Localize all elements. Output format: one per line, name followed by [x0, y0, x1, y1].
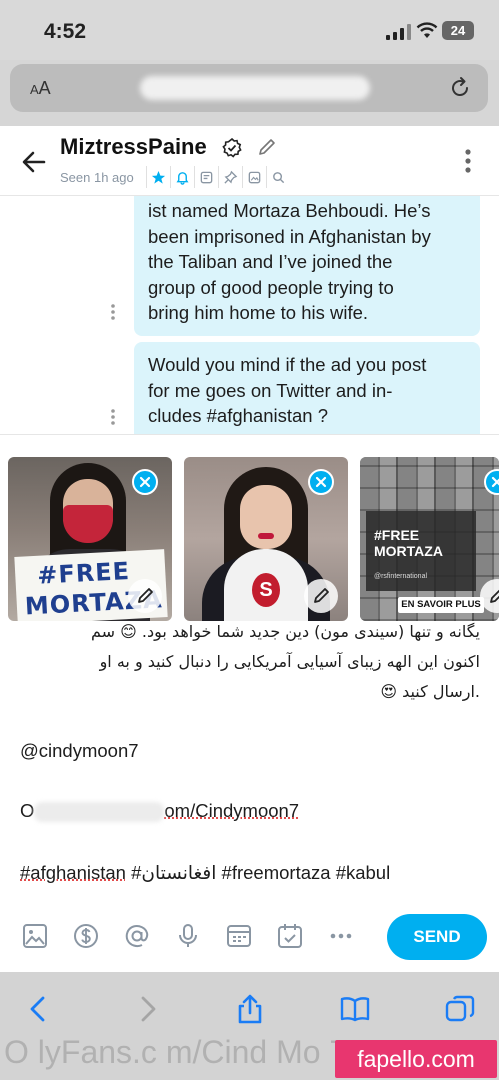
search-icon[interactable] [266, 166, 290, 188]
bookmarks-icon[interactable] [338, 992, 372, 1026]
draft-url[interactable]: Oom/Cindymoon7 [20, 800, 480, 823]
message-line: the Taliban and I’ve joined the [148, 251, 393, 272]
message-bubble: ist named Mortaza Behboudi. He’s been im… [134, 196, 480, 336]
attachment-thumbnail[interactable]: S [184, 457, 348, 621]
photo-headline-line1: #FREE [374, 527, 420, 543]
draft-url-prefix: O [20, 800, 35, 821]
chat-username[interactable]: MiztressPaine [60, 134, 207, 160]
draft-hashtags[interactable]: #afghanistan #افغانستان #freemortaza #ka… [20, 862, 480, 884]
message-line: ist named Mortaza Behboudi. He’s [148, 200, 431, 221]
hashtag: #kabul [335, 862, 391, 883]
hashtag: #freemortaza [221, 862, 331, 883]
back-arrow-icon[interactable] [20, 148, 48, 176]
back-icon[interactable] [22, 992, 56, 1026]
photo-costume-emblem: S [252, 573, 280, 607]
message-options-icon[interactable] [110, 408, 116, 426]
hashtag: #افغانستان [131, 862, 217, 883]
learn-more-label: EN SAVOIR PLUS [398, 597, 484, 613]
message-line: Would you mind if the ad you post [148, 354, 427, 375]
star-icon[interactable] [146, 166, 170, 188]
edit-attachment-button[interactable] [128, 579, 162, 613]
bottom-url-watermark: O lyFans.c m/Cind Mo 7 [4, 1034, 348, 1070]
chat-header: MiztressPaine Seen 1h ago [0, 126, 499, 196]
attachment-thumbnail[interactable]: #FREE MORTAZA [8, 457, 172, 621]
poll-icon[interactable] [225, 922, 253, 950]
edit-attachment-button[interactable] [304, 579, 338, 613]
draft-url-blurred [34, 802, 165, 823]
sign-text-line1: #FREE [36, 556, 131, 590]
status-time: 4:52 [44, 20, 87, 43]
address-bar[interactable]: AA [10, 64, 488, 112]
message-line: been imprisoned in Afghanistan by [148, 225, 431, 247]
microphone-icon[interactable] [174, 922, 202, 950]
pin-icon[interactable] [218, 166, 242, 188]
bell-icon[interactable] [170, 166, 194, 188]
message-line: group of good people trying to [148, 276, 394, 298]
photo-headline-line2: MORTAZA [374, 543, 443, 559]
hashtag: #afghanistan [20, 862, 126, 883]
message-options-icon[interactable] [110, 303, 116, 321]
image-icon[interactable] [21, 922, 49, 950]
header-actions [146, 166, 290, 188]
remove-attachment-button[interactable] [484, 469, 499, 495]
signal-icon [386, 24, 411, 40]
remove-attachment-button[interactable] [308, 469, 334, 495]
wifi-icon [416, 22, 438, 38]
dollar-icon[interactable] [72, 922, 100, 950]
edit-name-pencil-icon[interactable] [256, 136, 278, 158]
battery-icon: 24 [442, 21, 474, 40]
more-icon[interactable] [327, 922, 355, 950]
site-watermark: fapello.com [335, 1040, 497, 1078]
status-bar: 4:52 24 [0, 0, 499, 60]
gallery-icon[interactable] [242, 166, 266, 188]
at-icon[interactable] [123, 922, 151, 950]
edit-attachment-button[interactable] [480, 579, 499, 613]
draft-url-suffix: om/Cindymoon7 [164, 800, 300, 821]
photo-handle: @rsfinternational [374, 573, 428, 580]
attachment-thumbnail[interactable]: #FREE MORTAZA @rsfinternational EN SAVOI… [360, 457, 499, 621]
send-button[interactable]: SEND [387, 914, 487, 960]
share-icon[interactable] [233, 992, 267, 1026]
reload-icon[interactable] [448, 76, 472, 100]
draft-mention[interactable]: @cindymoon7 [20, 740, 480, 762]
message-line: cludes #afghanistan ? [148, 405, 328, 426]
draft-text-line[interactable]: اکنون این الهه زیبای آسیایی آمریکایی را … [20, 652, 480, 671]
url-text-blurred[interactable] [140, 76, 370, 100]
photo-lips [258, 533, 274, 539]
note-icon[interactable] [194, 166, 218, 188]
tabs-icon[interactable] [443, 992, 477, 1026]
more-options-icon[interactable] [464, 148, 472, 174]
last-seen-text: Seen 1h ago [60, 170, 134, 185]
forward-icon[interactable] [130, 992, 164, 1026]
photo-face [240, 485, 292, 549]
photo-headline: #FREE MORTAZA [374, 527, 443, 559]
schedule-icon[interactable] [276, 922, 304, 950]
draft-text-line[interactable]: یگانه و تنها (سیندی مون) دین جدید شما خو… [20, 622, 480, 644]
attachment-strip: #FREE MORTAZA S #FREE MORTAZA @rsfintern… [0, 457, 499, 621]
text-size-button[interactable]: AA [30, 78, 51, 99]
message-line: for me goes on Twitter and in- [148, 379, 393, 401]
verified-badge-icon [222, 138, 242, 158]
draft-text-line[interactable]: .ارسال کنید 😍 [20, 682, 480, 701]
remove-attachment-button[interactable] [132, 469, 158, 495]
message-line: bring him home to his wife. [148, 302, 369, 323]
message-bubble: Would you mind if the ad you post for me… [134, 342, 480, 434]
